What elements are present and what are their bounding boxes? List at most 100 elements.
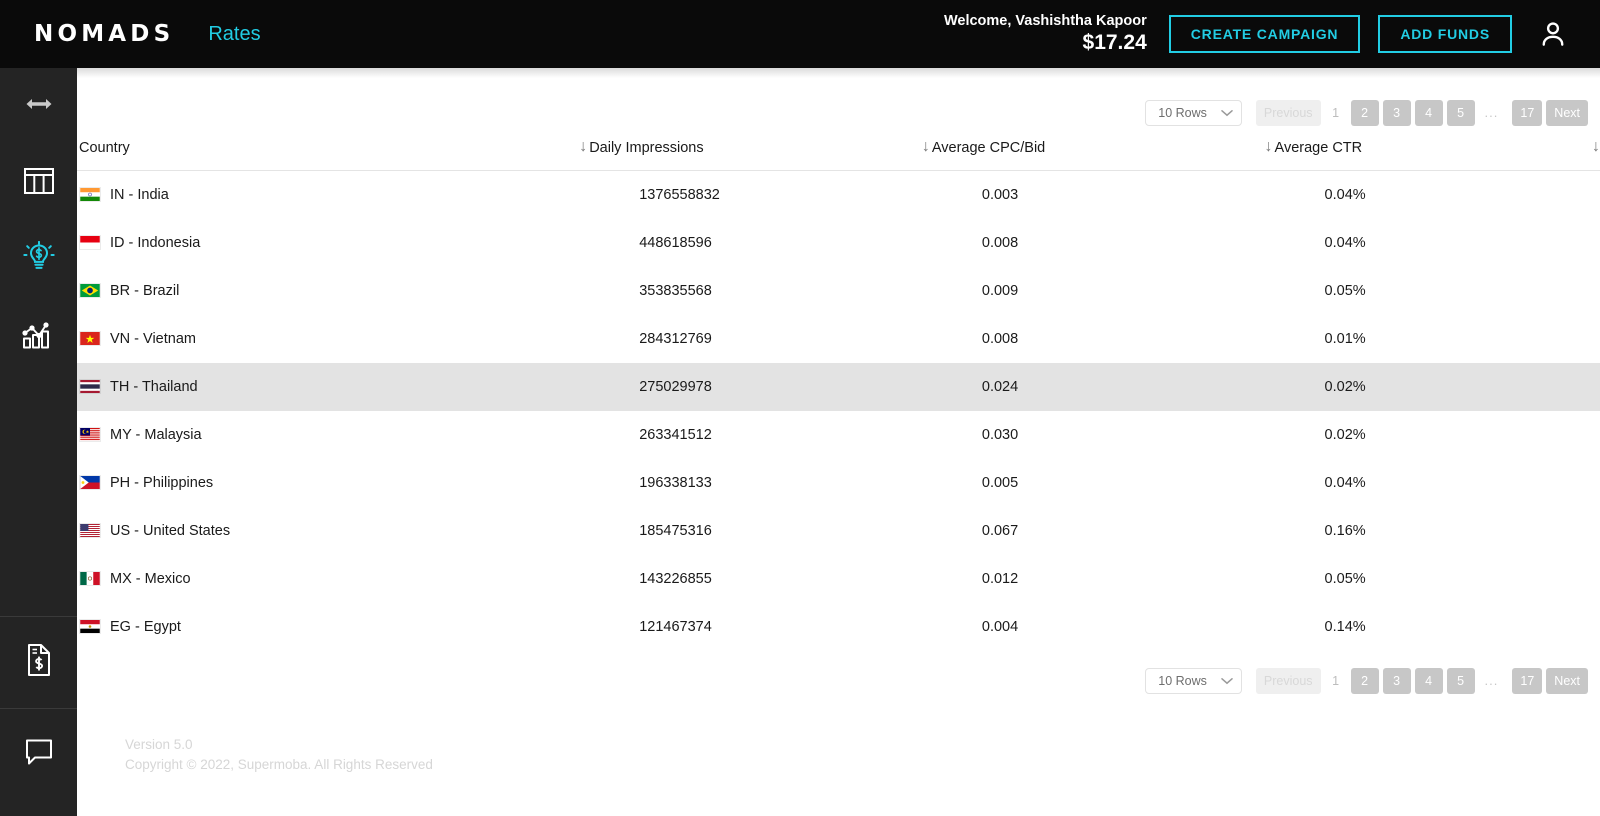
sort-descending-arrow-icon-cpc[interactable]: ↓	[1265, 139, 1273, 156]
column-label-country: Country	[79, 140, 130, 156]
page-footer: Version 5.0 Copyright © 2022, Supermoba.…	[77, 735, 1600, 777]
table-row[interactable]: MX - Mexico 143226855 0.012 0.05%	[77, 555, 1600, 603]
sidebar-item-support-chat[interactable]	[0, 708, 77, 800]
cell-country: BR - Brazil	[77, 267, 587, 315]
cell-average-ctr: 0.05%	[1324, 570, 1366, 587]
rows-per-page-select[interactable]: 10 Rows	[1145, 100, 1242, 126]
cell-daily-impressions: 353835568	[639, 282, 712, 299]
cell-average-ctr: 0.02%	[1272, 362, 1600, 411]
cell-daily-impressions: 275029978	[587, 362, 930, 411]
cell-average-ctr: 0.14%	[1324, 618, 1366, 635]
cell-daily-impressions: 196338133	[639, 474, 712, 491]
cell-average-ctr: 0.04%	[1324, 186, 1366, 203]
flag-ph-icon	[79, 475, 110, 490]
table-row[interactable]: TH - Thailand 275029978 0.024 0.02%	[77, 362, 1600, 411]
cell-daily-impressions: 263341512	[639, 426, 712, 443]
flag-in-icon	[79, 187, 110, 203]
table-row[interactable]: VN - Vietnam 284312769 0.008 0.01%	[77, 315, 1600, 363]
header-right-group: Welcome, Vashishtha Kapoor $17.24 CREATE…	[944, 0, 1600, 68]
cell-average-cpc-bid: 0.003	[981, 186, 1019, 203]
pagination-page-4-bottom[interactable]: 4	[1414, 667, 1443, 694]
cell-average-cpc-bid: 0.009	[981, 282, 1019, 299]
pagination-page-2-bottom[interactable]: 2	[1350, 667, 1379, 694]
country-label: EG - Egypt	[110, 618, 181, 635]
table-row[interactable]: US - United States 185475316 0.067 0.16%	[77, 507, 1600, 555]
table-row[interactable]: PH - Philippines 196338133 0.005 0.04%	[77, 459, 1600, 507]
sidebar-item-rates[interactable]	[0, 222, 77, 299]
pagination-next-button[interactable]: Next	[1546, 100, 1588, 126]
chat-bubble-icon	[24, 738, 54, 771]
country-label: ID - Indonesia	[110, 234, 201, 251]
pagination-next-button-bottom[interactable]: Next	[1546, 667, 1588, 694]
table-row[interactable]: ID - Indonesia 448618596 0.008 0.04%	[77, 219, 1600, 267]
pagination-ellipsis: ...	[1484, 105, 1499, 120]
user-avatar-icon[interactable]	[1536, 17, 1570, 51]
table-row[interactable]: EG - Egypt 121467374 0.004 0.14%	[77, 603, 1600, 651]
pagination-last-page-bottom[interactable]: 17	[1512, 667, 1543, 694]
cell-country: EG - Egypt	[77, 603, 587, 651]
pagination-bottom: 10 Rows Previous 1 2 3 4 5 ... 17 Next	[77, 661, 1600, 701]
pagination-current-page-bottom[interactable]: 1	[1325, 668, 1347, 694]
table-header: Country ↓ Daily Impressions ↓ Average CP…	[77, 139, 1600, 171]
pagination-page-3[interactable]: 3	[1382, 100, 1411, 126]
sidebar-item-billing[interactable]	[0, 616, 77, 708]
sidebar-item-collapse[interactable]	[0, 68, 77, 145]
table-row[interactable]: MY - Malaysia 263341512 0.030 0.02%	[77, 411, 1600, 459]
cell-country: PH - Philippines	[77, 459, 587, 507]
country-label: PH - Philippines	[110, 474, 214, 491]
cell-average-cpc-bid: 0.004	[981, 618, 1019, 635]
sort-descending-arrow-icon-ctr[interactable]: ↓	[1592, 139, 1600, 156]
rows-per-page-select-bottom[interactable]: 10 Rows	[1145, 667, 1242, 694]
account-balance: $17.24	[1082, 30, 1147, 54]
cell-average-cpc-bid: 0.067	[981, 522, 1019, 539]
cell-daily-impressions: 121467374	[639, 618, 712, 635]
table-row[interactable]: IN - India 1376558832 0.003 0.04%	[77, 171, 1600, 219]
sidebar-item-analytics[interactable]	[0, 299, 77, 376]
column-header-country[interactable]: Country ↓	[77, 139, 588, 171]
country-label: US - United States	[110, 522, 231, 539]
bar-chart-icon	[21, 320, 56, 355]
pagination-page-2[interactable]: 2	[1350, 100, 1379, 126]
column-header-daily-impressions[interactable]: Daily Impressions ↓	[587, 139, 930, 171]
country-label: TH - Thailand	[110, 378, 198, 395]
pagination-previous-button-bottom[interactable]: Previous	[1255, 667, 1321, 694]
column-header-average-ctr[interactable]: Average CTR ↓	[1272, 139, 1600, 171]
cell-country: US - United States	[77, 507, 587, 555]
pagination-last-page[interactable]: 17	[1512, 100, 1543, 126]
brand-logo[interactable]: NOMADS	[34, 21, 174, 47]
sort-descending-arrow-icon-impressions[interactable]: ↓	[922, 139, 930, 156]
table-row[interactable]: BR - Brazil 353835568 0.009 0.05%	[77, 267, 1600, 315]
pagination-page-3-bottom[interactable]: 3	[1382, 667, 1411, 694]
pagination-current-page[interactable]: 1	[1325, 100, 1347, 126]
chevron-down-icon-bottom	[1221, 677, 1233, 685]
cell-average-ctr: 0.04%	[1324, 234, 1366, 251]
pagination-page-5-bottom[interactable]: 5	[1446, 667, 1475, 694]
pagination-previous-button[interactable]: Previous	[1255, 100, 1321, 126]
pagination-top: 10 Rows Previous 1 2 3 4 5 ... 17 Next	[77, 93, 1600, 133]
country-label: IN - India	[110, 186, 169, 203]
create-campaign-button[interactable]: CREATE CAMPAIGN	[1168, 15, 1361, 53]
pagination-page-5[interactable]: 5	[1446, 100, 1475, 126]
account-summary: Welcome, Vashishtha Kapoor $17.24	[944, 13, 1147, 55]
flag-my-icon	[79, 427, 110, 442]
table-body: IN - India 1376558832 0.003 0.04% ID - Indon…	[77, 171, 1600, 651]
cell-average-cpc-bid: 0.012	[981, 570, 1019, 587]
sort-descending-arrow-icon-country[interactable]: ↓	[579, 139, 587, 156]
cell-country: TH - Thailand	[77, 362, 588, 411]
cell-daily-impressions: 284312769	[639, 330, 712, 347]
pagination-ellipsis-bottom: ...	[1484, 672, 1499, 688]
sidebar-item-tables[interactable]	[0, 145, 77, 222]
cell-country: MY - Malaysia	[77, 411, 587, 459]
flag-vn-icon	[79, 331, 110, 346]
invoice-dollar-icon	[25, 643, 53, 682]
cell-daily-impressions: 143226855	[639, 570, 712, 587]
table-header-row: Country ↓ Daily Impressions ↓ Average CP…	[77, 139, 1600, 171]
cell-average-ctr: 0.05%	[1324, 282, 1366, 299]
add-funds-button[interactable]: ADD FUNDS	[1378, 15, 1512, 53]
column-header-average-cpc-bid[interactable]: Average CPC/Bid ↓	[929, 139, 1273, 171]
cell-average-ctr: 0.02%	[1324, 426, 1366, 443]
top-header-bar: NOMADS Rates Welcome, Vashishtha Kapoor …	[0, 0, 1600, 68]
cell-average-cpc-bid: 0.008	[981, 234, 1019, 251]
pagination-page-4[interactable]: 4	[1414, 100, 1443, 126]
column-label-average-ctr: Average CTR	[1274, 140, 1363, 156]
